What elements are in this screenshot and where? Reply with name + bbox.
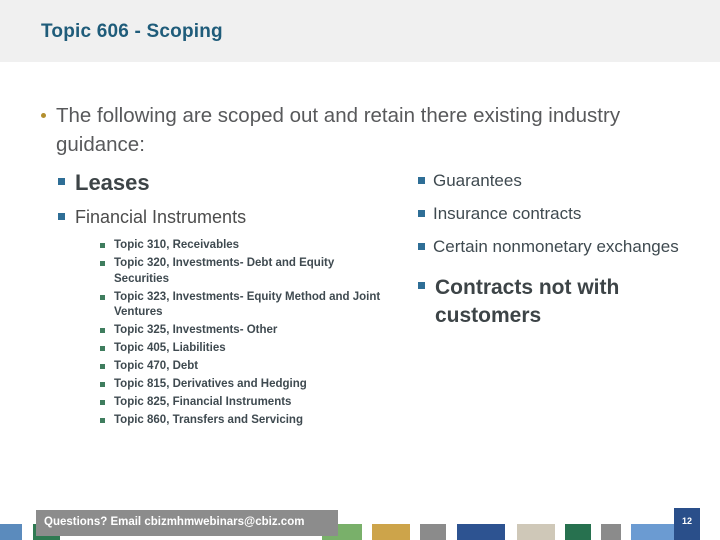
square-bullet-icon (100, 260, 105, 266)
list-item-label: Topic 325, Investments- Other (114, 324, 278, 337)
square-bullet-icon (100, 242, 105, 248)
list-item-nonmonetary-exchanges: Certain nonmonetary exchanges (418, 236, 714, 258)
list-item: Topic 825, Financial Instruments (100, 395, 388, 411)
list-item: Topic 325, Investments- Other (100, 323, 388, 339)
right-column: Guarantees Insurance contracts Certain n… (418, 170, 714, 341)
list-item-label: Topic 860, Transfers and Servicing (114, 413, 303, 426)
list-item: Topic 405, Liabilities (100, 341, 388, 357)
footer-callout-text: Questions? Email cbizmhmwebinars@cbiz.co… (44, 516, 305, 528)
footer-color-block (601, 524, 621, 540)
list-item-label: Topic 320, Investments- Debt and Equity … (114, 256, 335, 285)
square-bullet-icon (100, 364, 105, 369)
page-number: 12 (681, 516, 692, 526)
square-bullet-icon (100, 346, 105, 352)
square-bullet-icon (418, 242, 425, 250)
list-item-label: Guarantees (433, 171, 522, 190)
square-bullet-icon (100, 294, 105, 300)
page-number-badge: 12 (674, 508, 700, 540)
square-bullet-icon (418, 177, 425, 184)
list-item: Topic 320, Investments- Debt and Equity … (100, 256, 388, 288)
list-item-label: Topic 470, Debt (114, 360, 199, 372)
footer-color-block (0, 524, 22, 540)
list-item-label: Contracts not with customers (435, 276, 620, 327)
list-item-label: Leases (75, 170, 150, 195)
square-bullet-icon (100, 381, 105, 387)
list-item: Topic 310, Receivables (100, 238, 388, 254)
list-item-contracts-not-with-customers: Contracts not with customers (418, 274, 714, 329)
list-item-label: Certain nonmonetary exchanges (433, 236, 679, 256)
square-bullet-icon (100, 328, 105, 334)
footer-color-block (420, 524, 446, 540)
list-item-label: Financial Instruments (75, 206, 247, 227)
square-bullet-icon (100, 399, 105, 405)
list-item-guarantees: Guarantees (418, 170, 714, 192)
list-item: Topic 860, Transfers and Servicing (100, 413, 388, 429)
lead-bullet-paragraph: The following are scoped out and retain … (36, 101, 696, 159)
list-item-label: Topic 323, Investments- Equity Method an… (114, 290, 381, 319)
list-item: Topic 323, Investments- Equity Method an… (100, 290, 388, 322)
financial-instruments-sublist: Topic 310, Receivables Topic 320, Invest… (100, 238, 388, 428)
slide-canvas: Topic 606 - Scoping The following are sc… (0, 0, 720, 540)
list-item-label: Topic 815, Derivatives and Hedging (114, 377, 307, 390)
footer-color-block (631, 524, 679, 540)
footer-callout: Questions? Email cbizmhmwebinars@cbiz.co… (36, 510, 338, 536)
list-item-label: Topic 825, Financial Instruments (114, 395, 292, 408)
square-bullet-icon (418, 209, 425, 217)
list-item: Topic 815, Derivatives and Hedging (100, 377, 388, 393)
list-item-label: Topic 310, Receivables (114, 238, 240, 251)
list-item-label: Insurance contracts (433, 203, 582, 223)
list-item: Topic 470, Debt (100, 359, 388, 375)
round-bullet-icon (41, 113, 46, 118)
page-title: Topic 606 - Scoping (41, 21, 223, 42)
list-item-insurance-contracts: Insurance contracts (418, 203, 714, 225)
square-bullet-icon (58, 178, 65, 185)
square-bullet-icon (100, 417, 105, 423)
left-column: Leases Financial Instruments Topic 310, … (58, 169, 388, 430)
footer-color-block (457, 524, 505, 540)
footer-color-block (517, 524, 555, 540)
footer-color-block (565, 524, 591, 540)
lead-bullet-text: The following are scoped out and retain … (56, 104, 621, 157)
square-bullet-icon (418, 282, 425, 290)
footer-color-block (372, 524, 410, 540)
list-item-label: Topic 405, Liabilities (114, 342, 226, 355)
square-bullet-icon (58, 212, 65, 220)
list-item-leases: Leases (58, 169, 388, 198)
list-item-financial-instruments: Financial Instruments (58, 206, 388, 229)
slide-body: The following are scoped out and retain … (0, 62, 720, 502)
